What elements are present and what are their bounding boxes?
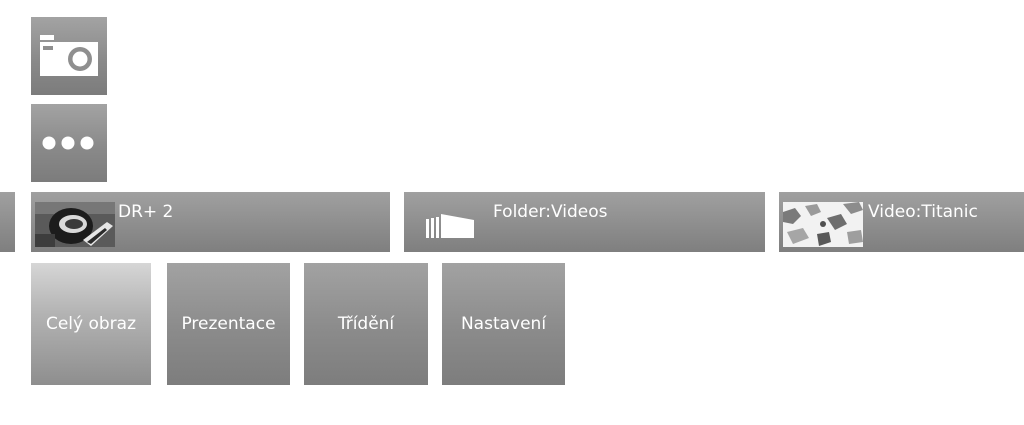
video-label: Video:Titanic bbox=[868, 202, 978, 222]
fullscreen-button[interactable]: Celý obraz bbox=[31, 263, 151, 385]
more-tile[interactable] bbox=[31, 104, 107, 182]
video-bar[interactable]: Video:Titanic bbox=[779, 192, 1024, 252]
settings-button[interactable]: Nastavení bbox=[442, 263, 565, 385]
camera-tile[interactable] bbox=[31, 17, 107, 95]
previous-bar-edge[interactable] bbox=[0, 192, 15, 252]
sort-button-label: Třídění bbox=[337, 314, 395, 334]
camera-icon bbox=[40, 35, 98, 76]
folder-label: Folder:Videos bbox=[493, 202, 608, 222]
channel-thumbnail bbox=[35, 202, 115, 247]
sort-button[interactable]: Třídění bbox=[304, 263, 428, 385]
fullscreen-button-label: Celý obraz bbox=[45, 314, 137, 334]
channel-bar[interactable]: DR+ 2 bbox=[31, 192, 390, 252]
slideshow-button-label: Prezentace bbox=[181, 314, 276, 334]
settings-button-label: Nastavení bbox=[460, 314, 547, 334]
channel-label: DR+ 2 bbox=[118, 202, 174, 222]
slideshow-button[interactable]: Prezentace bbox=[167, 263, 290, 385]
folder-stack-icon bbox=[426, 214, 474, 238]
folder-bar[interactable]: Folder:Videos bbox=[404, 192, 765, 252]
video-thumbnail bbox=[783, 202, 863, 247]
more-icon bbox=[42, 136, 94, 150]
